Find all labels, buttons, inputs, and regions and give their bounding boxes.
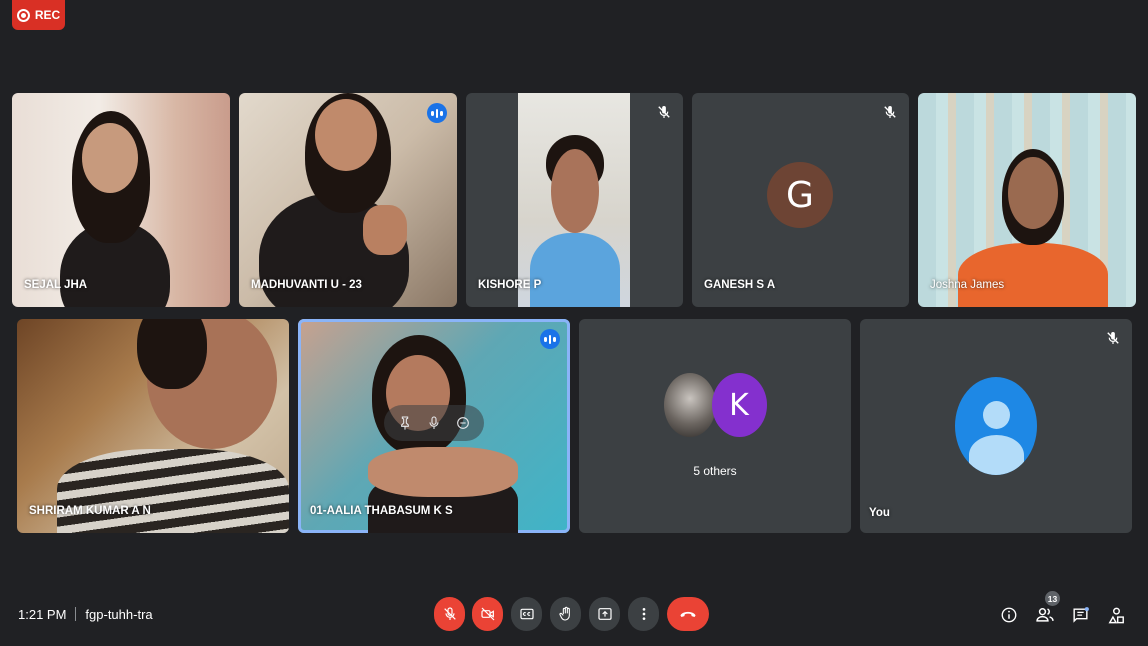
- avatar: [663, 373, 716, 437]
- captions-button[interactable]: [511, 597, 542, 631]
- hang-up-icon: [680, 611, 696, 617]
- participant-name: Joshna James: [930, 279, 1005, 291]
- meeting-time: 1:21 PM: [18, 607, 67, 622]
- chat-icon: [1072, 606, 1089, 623]
- participant-tile[interactable]: 01-AALIA THABASUM K S: [298, 319, 570, 533]
- participant-name: MADHUVANTI U - 23: [251, 279, 362, 291]
- camera-toggle-button[interactable]: [472, 597, 503, 631]
- participant-video-face: [315, 99, 377, 171]
- mic-off-icon: [884, 106, 896, 118]
- participant-name: SHRIRAM KUMAR A N: [29, 505, 151, 517]
- participant-video: [518, 93, 630, 307]
- person-icon-body: [969, 435, 1024, 475]
- leave-call-button[interactable]: [667, 597, 709, 631]
- participant-name: SEJAL JHA: [24, 279, 88, 291]
- participant-tile[interactable]: MADHUVANTI U - 23: [239, 93, 457, 307]
- remove-icon[interactable]: [455, 415, 471, 431]
- participant-tile[interactable]: SHRIRAM KUMAR A N: [17, 319, 289, 533]
- person-icon: [983, 401, 1010, 429]
- participant-tile[interactable]: KISHORE P: [466, 93, 683, 307]
- participant-name: You: [869, 507, 890, 519]
- mic-off-icon: [1107, 332, 1119, 344]
- shapes-icon: [1108, 607, 1124, 623]
- more-vert-icon: [642, 608, 645, 620]
- present-screen-button[interactable]: [589, 597, 620, 631]
- participant-name: GANESH S A: [704, 279, 776, 291]
- closed-captions-icon: [519, 608, 534, 620]
- raise-hand-button[interactable]: [550, 597, 581, 631]
- participant-name: 01-AALIA THABASUM K S: [310, 505, 453, 517]
- others-tile[interactable]: K 5 others: [579, 319, 851, 533]
- others-avatars: K: [579, 373, 851, 437]
- participant-tile[interactable]: Joshna James: [918, 93, 1136, 307]
- divider: [75, 607, 77, 621]
- more-options-button[interactable]: [628, 597, 659, 631]
- participant-video-face: [82, 123, 138, 193]
- participant-video-face: [1008, 157, 1058, 229]
- avatar: K: [711, 373, 767, 437]
- tile-hover-controls: [384, 405, 484, 441]
- others-count: 5 others: [693, 464, 737, 478]
- meeting-code: fgp-tuhh-tra: [85, 607, 153, 622]
- hand-icon: [558, 606, 570, 621]
- meeting-info: 1:21 PM fgp-tuhh-tra: [18, 607, 153, 622]
- people-button[interactable]: [1034, 604, 1056, 626]
- camera-off-icon: [480, 607, 494, 621]
- participant-video-shirt: [958, 243, 1108, 307]
- chat-button[interactable]: [1069, 604, 1091, 626]
- info-icon: [1001, 607, 1017, 623]
- participant-tile[interactable]: SEJAL JHA: [12, 93, 230, 307]
- recording-label: REC: [34, 8, 61, 22]
- mic-off-icon: [658, 106, 670, 118]
- meeting-stage: REC SEJAL JHA MADHUVANTI U - 23 KISHORE …: [0, 0, 1148, 646]
- participant-video-shirt: [530, 233, 620, 307]
- microphone-toggle-button[interactable]: [434, 597, 465, 631]
- avatar: [955, 377, 1037, 475]
- participant-video-shirt: [57, 449, 289, 533]
- self-tile[interactable]: You: [860, 319, 1132, 533]
- participant-tile[interactable]: G GANESH S A: [692, 93, 909, 307]
- participant-video-hair: [137, 319, 207, 389]
- people-icon: [1036, 608, 1054, 622]
- participant-video-face: [551, 149, 599, 233]
- speaking-indicator-icon: [427, 103, 447, 123]
- avatar: G: [767, 162, 833, 228]
- pin-icon[interactable]: [397, 415, 413, 431]
- activities-button[interactable]: [1105, 604, 1127, 626]
- record-icon: [16, 8, 30, 22]
- participant-video-hand: [368, 447, 518, 497]
- mic-off-icon: [443, 607, 456, 620]
- meeting-details-button[interactable]: [998, 604, 1020, 626]
- participant-video-hand: [363, 205, 407, 255]
- speaking-indicator-icon: [540, 329, 560, 349]
- present-icon: [597, 608, 612, 620]
- recording-badge: REC: [12, 0, 65, 30]
- people-count-badge: 13: [1045, 591, 1060, 606]
- participant-name: KISHORE P: [478, 279, 542, 291]
- control-bar: 1:21 PM fgp-tuhh-tra: [0, 592, 1148, 638]
- mic-icon[interactable]: [426, 415, 442, 431]
